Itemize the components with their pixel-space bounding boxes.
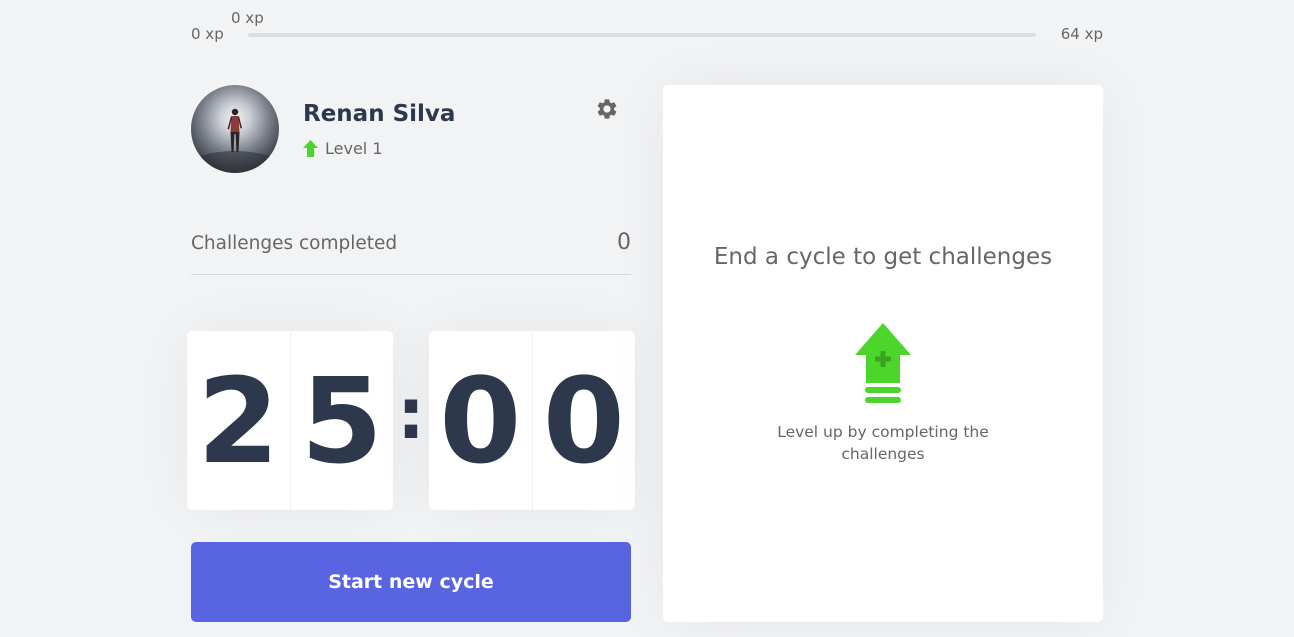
profile-level-label: Level 1 — [325, 139, 383, 158]
completed-challenges-label: Challenges completed — [191, 233, 398, 254]
countdown: 2 5 : 0 0 — [187, 331, 635, 510]
challenge-box: End a cycle to get challenges Level up b… — [663, 85, 1103, 622]
countdown-digit: 0 — [429, 331, 533, 510]
avatar — [191, 85, 279, 173]
completed-challenges-count: 0 — [617, 230, 631, 255]
xp-min-label: 0 xp — [191, 25, 224, 43]
countdown-minutes: 2 5 — [187, 331, 393, 510]
app-page: 0 xp 0 xp 64 xp Renan Silva Level 1 Chal… — [0, 0, 1294, 637]
xp-current-label: 0 xp — [231, 9, 264, 27]
challenge-box-subtitle: Level up by completing the challenges — [777, 423, 989, 463]
countdown-digit: 0 — [542, 351, 625, 490]
profile: Renan Silva Level 1 — [191, 85, 631, 175]
avatar-image — [191, 108, 279, 173]
level-up-arrow-icon — [855, 323, 911, 403]
xp-max-label: 64 xp — [1060, 25, 1103, 43]
profile-level: Level 1 — [303, 139, 383, 158]
profile-name: Renan Silva — [303, 101, 456, 127]
completed-challenges: Challenges completed 0 — [191, 226, 631, 275]
level-up-arrow-icon — [303, 140, 318, 157]
experience-bar: 0 xp 0 xp 64 xp — [191, 0, 1103, 60]
xp-track — [248, 33, 1036, 37]
gear-icon[interactable] — [595, 97, 619, 121]
start-cycle-button[interactable]: Start new cycle — [191, 542, 631, 622]
countdown-separator: : — [397, 372, 425, 455]
countdown-digit: 2 — [187, 331, 291, 510]
challenge-box-title: End a cycle to get challenges — [713, 244, 1053, 270]
countdown-seconds: 0 0 — [429, 331, 635, 510]
countdown-digit: 5 — [300, 351, 383, 490]
